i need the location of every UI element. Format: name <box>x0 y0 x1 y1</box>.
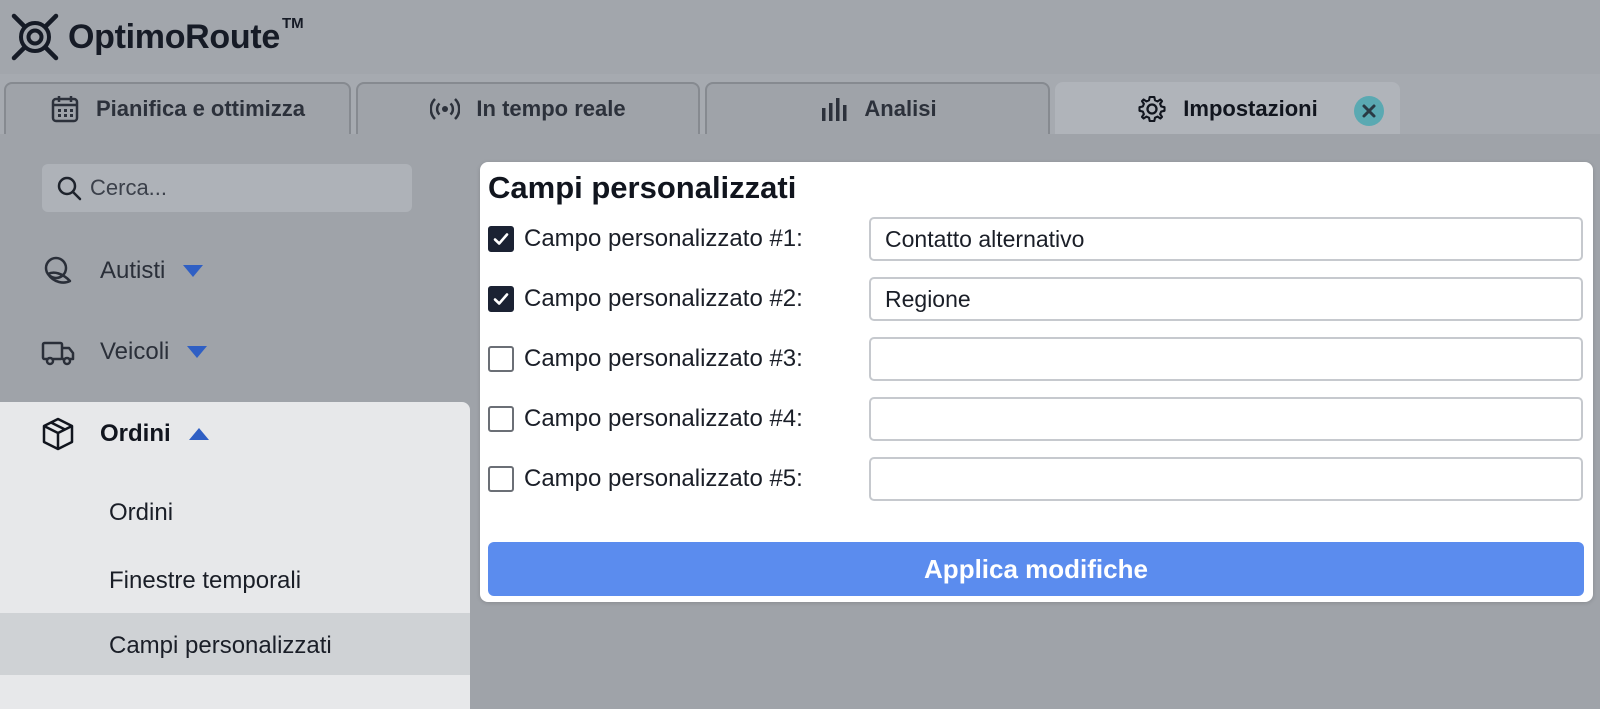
search-input[interactable] <box>90 175 390 201</box>
calendar-icon <box>51 96 79 123</box>
custom-field-row-4: Campo personalizzato #4: <box>488 397 1583 441</box>
custom-field-3-input[interactable] <box>869 337 1583 381</box>
settings-sidebar: Autisti Veicoli Ordini Ordini Finestre t… <box>0 134 470 709</box>
orders-section: Ordini Ordini Finestre temporali Campi p… <box>0 402 470 709</box>
search-icon <box>57 176 82 201</box>
expand-caret-icon <box>187 346 208 358</box>
custom-field-row-5: Campo personalizzato #5: <box>488 457 1583 501</box>
sidebar-item-drivers[interactable]: Autisti <box>40 251 204 291</box>
collapse-caret-icon <box>188 428 209 440</box>
custom-field-2-checkbox[interactable] <box>488 286 514 312</box>
main-tabbar: Pianifica e ottimizza In tempo reale Ana… <box>0 74 1600 134</box>
sidebar-item-label: Ordini <box>100 420 171 447</box>
custom-field-1-label: Campo personalizzato #1: <box>524 225 803 252</box>
custom-field-4-checkbox[interactable] <box>488 406 514 432</box>
custom-field-5-label: Campo personalizzato #5: <box>524 465 803 492</box>
custom-field-row-3: Campo personalizzato #3: <box>488 337 1583 381</box>
tab-analytics[interactable]: Analisi <box>705 82 1050 134</box>
close-tab-button[interactable] <box>1354 96 1384 126</box>
sidebar-item-label: Autisti <box>100 257 166 284</box>
custom-field-2-label: Campo personalizzato #2: <box>524 285 803 312</box>
sidebar-subitem-custom-fields[interactable]: Campi personalizzati <box>0 613 470 675</box>
custom-field-3-checkbox[interactable] <box>488 346 514 372</box>
sidebar-item-label: Veicoli <box>100 338 170 365</box>
sidebar-item-orders[interactable]: Ordini <box>40 414 209 454</box>
app-name: OptimoRoute <box>68 17 281 56</box>
sidebar-search <box>42 164 412 212</box>
optimoroute-logo-icon <box>11 13 59 61</box>
custom-field-4-label: Campo personalizzato #4: <box>524 405 803 432</box>
apply-changes-button[interactable]: Applica modifiche <box>488 542 1584 596</box>
checkmark-icon <box>493 293 509 305</box>
custom-field-1-input[interactable] <box>869 217 1583 261</box>
tab-plan-optimize[interactable]: Pianifica e ottimizza <box>4 82 351 134</box>
sidebar-item-vehicles[interactable]: Veicoli <box>40 332 208 372</box>
tab-realtime[interactable]: In tempo reale <box>356 82 700 134</box>
broadcast-icon <box>430 98 461 120</box>
custom-field-row-2: Campo personalizzato #2: <box>488 277 1583 321</box>
custom-fields-dialog: Campi personalizzati Campo personalizzat… <box>480 162 1593 602</box>
app-header: OptimoRoute TM <box>0 0 1600 74</box>
truck-icon <box>41 341 75 366</box>
close-icon <box>1362 104 1376 118</box>
tab-label: Pianifica e ottimizza <box>95 96 306 121</box>
expand-caret-icon <box>183 265 204 277</box>
custom-field-2-input[interactable] <box>869 277 1583 321</box>
app-logo[interactable]: OptimoRoute TM <box>10 10 304 64</box>
custom-field-row-1: Campo personalizzato #1: <box>488 217 1583 261</box>
gear-icon <box>1138 95 1166 123</box>
custom-field-3-label: Campo personalizzato #3: <box>524 345 803 372</box>
tab-settings[interactable]: Impostazioni <box>1055 82 1400 134</box>
sidebar-subitem-label: Campi personalizzati <box>109 632 332 659</box>
custom-field-5-input[interactable] <box>869 457 1583 501</box>
driver-icon <box>44 256 72 284</box>
custom-field-4-input[interactable] <box>869 397 1583 441</box>
trademark-mark: TM <box>282 14 304 32</box>
tab-label: Analisi <box>864 96 937 121</box>
tab-label: Impostazioni <box>1183 96 1318 121</box>
sidebar-subitem-time-windows[interactable]: Finestre temporali <box>109 567 301 595</box>
checkmark-icon <box>493 233 509 245</box>
bar-chart-icon <box>822 98 847 121</box>
custom-field-5-checkbox[interactable] <box>488 466 514 492</box>
tab-label: In tempo reale <box>476 96 626 121</box>
sidebar-subitem-orders[interactable]: Ordini <box>109 499 173 527</box>
dialog-title: Campi personalizzati <box>488 170 797 205</box>
package-icon <box>42 417 74 451</box>
custom-field-1-checkbox[interactable] <box>488 226 514 252</box>
